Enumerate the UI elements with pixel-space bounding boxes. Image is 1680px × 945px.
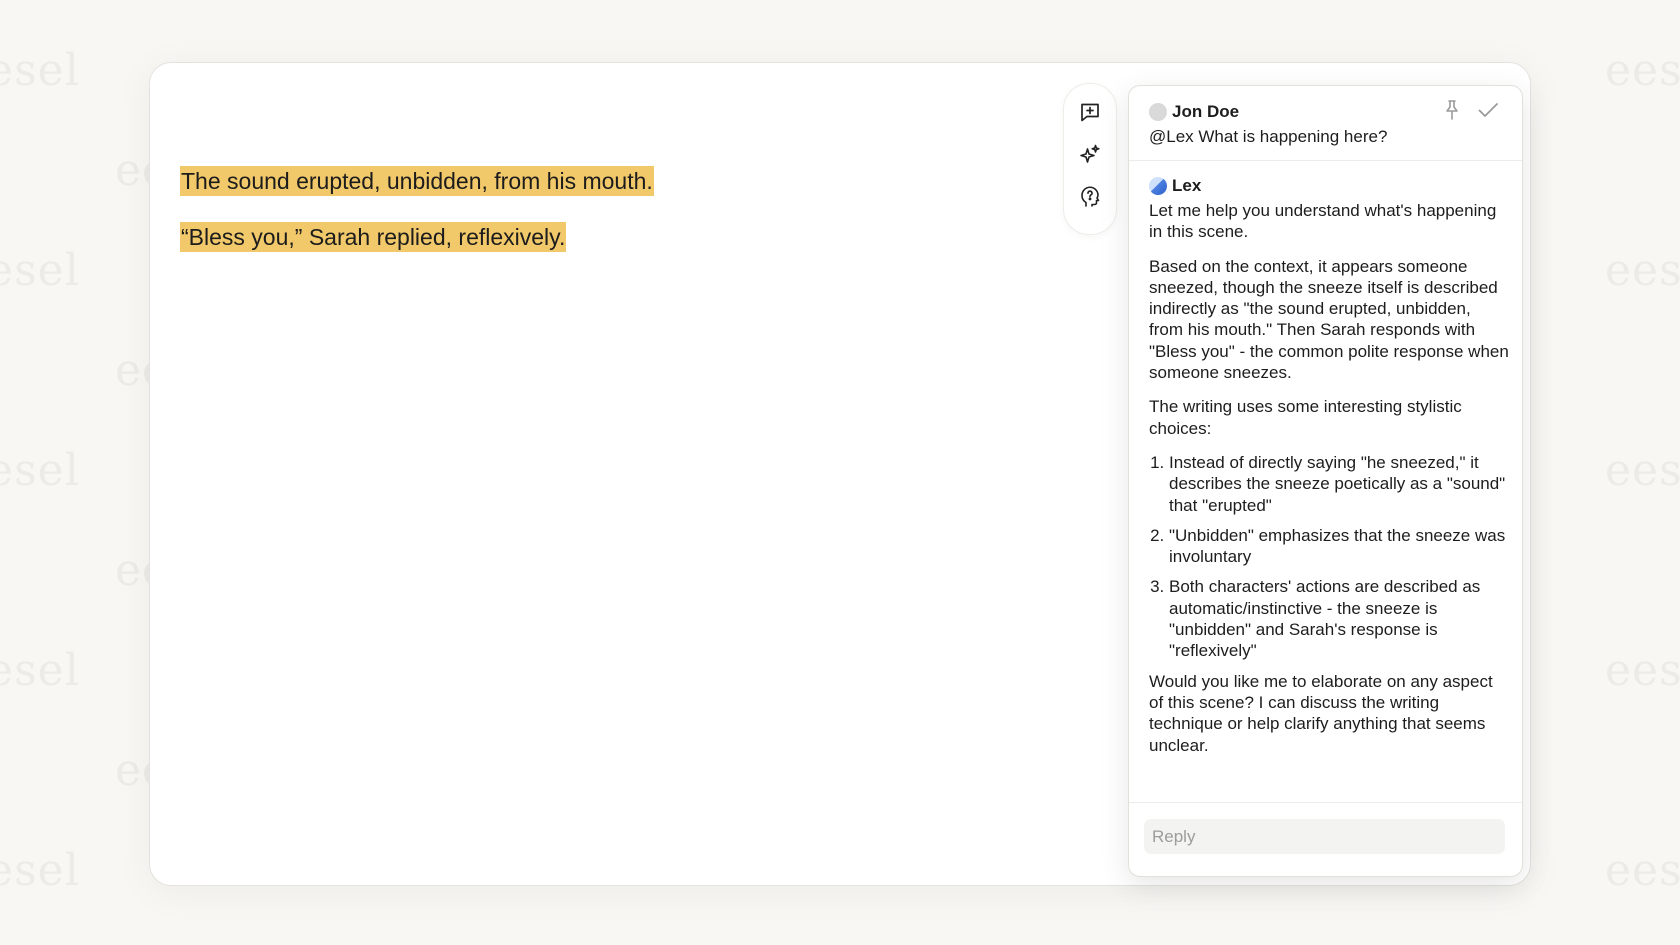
- author-name: Jon Doe: [1172, 102, 1240, 122]
- list-item: "Unbidden" emphasizes that the sneeze wa…: [1169, 525, 1509, 568]
- watermark-text: eesel: [0, 245, 80, 296]
- paragraph[interactable]: “Bless you,” Sarah replied, reflexively.: [180, 222, 567, 252]
- ask-head-icon[interactable]: [1078, 185, 1102, 209]
- list-item: Both characters' actions are described a…: [1169, 576, 1509, 661]
- reply-list: Instead of directly saying "he sneezed,"…: [1149, 452, 1509, 662]
- ai-reply: Lex Let me help you understand what's ha…: [1149, 174, 1509, 756]
- paragraph[interactable]: The sound erupted, unbidden, from his mo…: [180, 166, 654, 196]
- comment: Jon Doe @Lex What is happening here?: [1149, 100, 1479, 147]
- author-name: Lex: [1172, 176, 1202, 196]
- add-comment-icon[interactable]: [1078, 100, 1102, 124]
- reply-author: Lex: [1149, 174, 1509, 198]
- watermark-text: eesel: [0, 645, 80, 696]
- side-toolbar: [1063, 83, 1117, 235]
- watermark-text: eesel: [1605, 445, 1680, 496]
- comment-text: @Lex What is happening here?: [1149, 127, 1388, 146]
- reply-paragraph: Let me help you understand what's happen…: [1149, 201, 1497, 242]
- divider: [1129, 802, 1522, 803]
- avatar: [1149, 103, 1167, 121]
- watermark-text: eesel: [1605, 45, 1680, 96]
- watermark-text: eesel: [0, 45, 80, 96]
- comment-author: Jon Doe: [1149, 100, 1479, 124]
- comment-thread-panel: Jon Doe @Lex What is happening here? Lex…: [1128, 85, 1523, 877]
- watermark-text: eesel: [1605, 845, 1680, 896]
- watermark-text: eesel: [0, 445, 80, 496]
- highlighted-text[interactable]: The sound erupted, unbidden, from his mo…: [180, 166, 654, 196]
- watermark-text: eesel: [0, 845, 80, 896]
- reply-paragraph: Would you like me to elaborate on any as…: [1149, 671, 1493, 755]
- watermark-text: eesel: [1605, 245, 1680, 296]
- watermark-text: eesel: [1605, 645, 1680, 696]
- list-item: Instead of directly saying "he sneezed,"…: [1169, 452, 1509, 516]
- divider: [1129, 160, 1522, 161]
- reply-input[interactable]: [1144, 819, 1505, 854]
- highlighted-text[interactable]: “Bless you,” Sarah replied, reflexively.: [180, 222, 567, 252]
- resolve-check-icon[interactable]: [1476, 98, 1500, 122]
- sparkles-icon[interactable]: [1078, 143, 1102, 167]
- avatar: [1149, 177, 1167, 195]
- reply-paragraph: Based on the context, it appears someone…: [1149, 256, 1509, 383]
- reply-paragraph: The writing uses some interesting stylis…: [1149, 397, 1462, 438]
